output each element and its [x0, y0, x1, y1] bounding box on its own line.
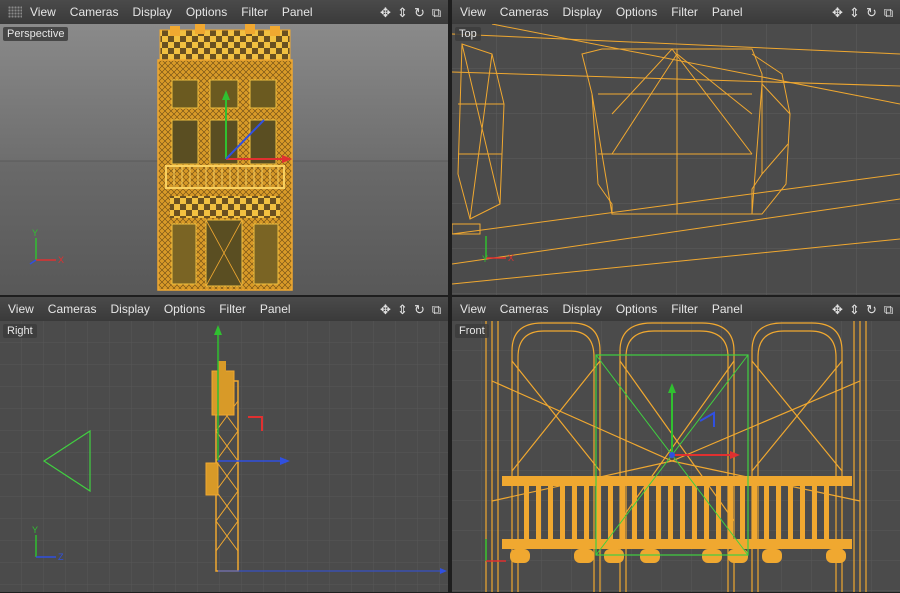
menu-panel[interactable]: Panel — [253, 297, 298, 321]
menu-filter[interactable]: Filter — [664, 0, 705, 24]
move-view-icon[interactable]: ✥ — [830, 302, 845, 317]
move-view-icon[interactable]: ✥ — [378, 302, 393, 317]
axis-z-label: Z — [58, 552, 64, 562]
dolly-view-icon[interactable]: ⇕ — [395, 302, 410, 317]
menu-cameras[interactable]: Cameras — [493, 0, 556, 24]
menu-options[interactable]: Options — [157, 297, 212, 321]
axis-x-label: X — [58, 255, 64, 265]
front-scene[interactable] — [452, 321, 900, 592]
right-scene[interactable]: Y Z — [0, 321, 448, 592]
menu-display[interactable]: Display — [125, 0, 178, 24]
perspective-scene[interactable]: Y X — [0, 24, 448, 295]
menu-cameras[interactable]: Cameras — [493, 297, 556, 321]
dolly-view-icon[interactable]: ⇕ — [847, 302, 862, 317]
dolly-view-icon[interactable]: ⇕ — [395, 5, 410, 20]
panel-grip-icon[interactable] — [8, 6, 22, 18]
menu-options[interactable]: Options — [609, 0, 664, 24]
rotate-view-icon[interactable]: ↻ — [864, 302, 879, 317]
viewport-layout: View Cameras Display Options Filter Pane… — [0, 0, 900, 593]
viewport-label-front: Front — [455, 324, 489, 338]
viewport-menubar: View Cameras Display Options Filter Pane… — [0, 0, 448, 25]
axis-y-label: Y — [32, 228, 38, 238]
menu-options[interactable]: Options — [179, 0, 234, 24]
menu-filter[interactable]: Filter — [664, 297, 705, 321]
dolly-view-icon[interactable]: ⇕ — [847, 5, 862, 20]
menu-panel[interactable]: Panel — [275, 0, 320, 24]
maximize-panel-icon[interactable]: ⧉ — [429, 302, 444, 317]
viewport-menubar: View Cameras Display Options Filter Pane… — [452, 0, 900, 25]
axis-x-label: X — [508, 253, 514, 263]
viewport-front[interactable]: View Cameras Display Options Filter Pane… — [452, 297, 900, 592]
menu-display[interactable]: Display — [103, 297, 156, 321]
move-view-icon[interactable]: ✥ — [378, 5, 393, 20]
rotate-view-icon[interactable]: ↻ — [412, 5, 427, 20]
menu-cameras[interactable]: Cameras — [41, 297, 104, 321]
move-view-icon[interactable]: ✥ — [830, 5, 845, 20]
menu-display[interactable]: Display — [555, 0, 608, 24]
rotate-view-icon[interactable]: ↻ — [864, 5, 879, 20]
menu-cameras[interactable]: Cameras — [63, 0, 126, 24]
viewport-label-right: Right — [3, 324, 37, 338]
viewport-perspective[interactable]: View Cameras Display Options Filter Pane… — [0, 0, 448, 295]
maximize-panel-icon[interactable]: ⧉ — [429, 5, 444, 20]
axis-y-label: Y — [32, 525, 38, 535]
viewport-label-perspective: Perspective — [3, 27, 69, 41]
top-scene[interactable]: Y X — [452, 24, 900, 295]
menu-filter[interactable]: Filter — [212, 297, 253, 321]
menu-view[interactable]: View — [0, 297, 41, 321]
viewport-label-top: Top — [455, 27, 481, 41]
viewport-right[interactable]: View Cameras Display Options Filter Pane… — [0, 297, 448, 592]
menu-panel[interactable]: Panel — [705, 0, 750, 24]
menu-display[interactable]: Display — [555, 297, 608, 321]
menu-view[interactable]: View — [452, 297, 493, 321]
maximize-panel-icon[interactable]: ⧉ — [881, 5, 896, 20]
horizontal-splitter[interactable] — [0, 295, 900, 297]
menu-view[interactable]: View — [28, 0, 63, 24]
menu-panel[interactable]: Panel — [705, 297, 750, 321]
viewport-menubar: View Cameras Display Options Filter Pane… — [452, 297, 900, 322]
viewport-menubar: View Cameras Display Options Filter Pane… — [0, 297, 448, 322]
rotate-view-icon[interactable]: ↻ — [412, 302, 427, 317]
menu-filter[interactable]: Filter — [234, 0, 275, 24]
menu-options[interactable]: Options — [609, 297, 664, 321]
viewport-top[interactable]: View Cameras Display Options Filter Pane… — [452, 0, 900, 295]
axis-y-label: Y — [482, 254, 488, 264]
maximize-panel-icon[interactable]: ⧉ — [881, 302, 896, 317]
menu-view[interactable]: View — [452, 0, 493, 24]
